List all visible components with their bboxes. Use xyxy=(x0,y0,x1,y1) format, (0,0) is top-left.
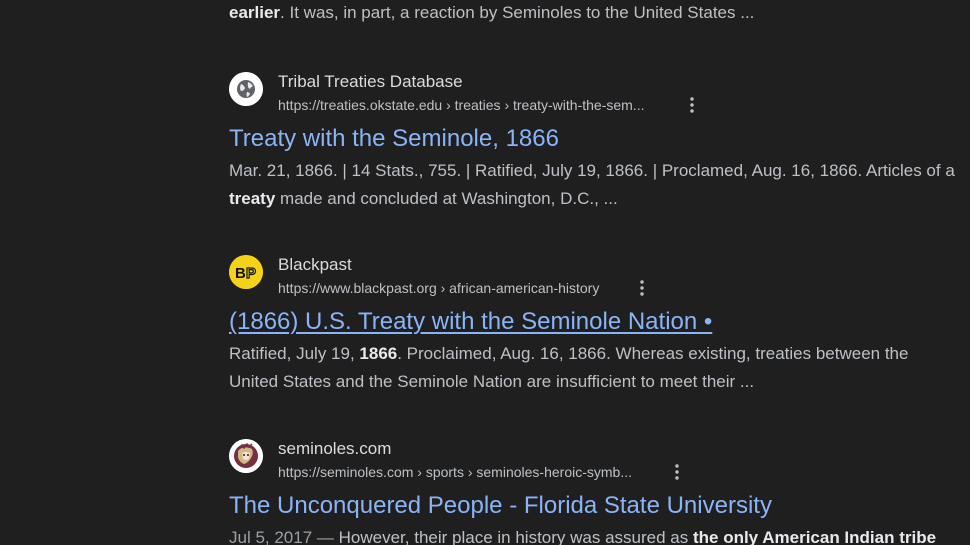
snippet-text: . Proclaimed, Aug. 16, 1866. Whereas exi… xyxy=(397,344,909,363)
result-snippet: Ratified, July 19, 1866. Proclaimed, Aug… xyxy=(229,340,970,396)
svg-text:P: P xyxy=(246,265,256,282)
result-title-link[interactable]: Treaty with the Seminole, 1866 xyxy=(229,124,559,154)
snippet-text: However, their place in history was assu… xyxy=(338,528,693,545)
result-snippet: Jul 5, 2017 — However, their place in hi… xyxy=(229,524,970,545)
result-title-link[interactable]: (1866) U.S. Treaty with the Seminole Nat… xyxy=(229,307,712,337)
more-options-icon[interactable] xyxy=(685,93,699,117)
snippet-separator: — xyxy=(312,528,339,545)
snippet-text: . It was, in part, a reaction by Seminol… xyxy=(280,3,755,22)
snippet-bold-text: the only American Indian tribe xyxy=(692,528,937,545)
blackpast-logo-icon: B P xyxy=(229,255,263,289)
snippet-text: Ratified, July 19, xyxy=(229,344,360,363)
site-url[interactable]: https://www.blackpast.org › african-amer… xyxy=(278,279,599,297)
site-url[interactable]: https://seminoles.com › sports › seminol… xyxy=(278,463,632,481)
site-name[interactable]: Blackpast xyxy=(278,255,352,275)
snippet-line: Mar. 21, 1866. | 14 Stats., 755. | Ratif… xyxy=(229,161,955,180)
svg-text:B: B xyxy=(235,265,246,282)
site-url[interactable]: https://treaties.okstate.edu › treaties … xyxy=(278,96,644,114)
result-title-link[interactable]: The Unconquered People - Florida State U… xyxy=(229,491,772,521)
globe-icon xyxy=(229,72,263,106)
more-options-icon[interactable] xyxy=(670,460,684,484)
snippet-bold-text: earlier xyxy=(229,3,281,22)
snippet-line: United States and the Seminole Nation ar… xyxy=(229,372,755,391)
snippet-line: treaty made and concluded at Washington,… xyxy=(229,185,970,213)
snippet-date: Jul 5, 2017 xyxy=(229,528,313,545)
search-results-page: earlier. It was, in part, a reaction by … xyxy=(0,0,970,545)
snippet-line: Ratified, July 19, 1866. Proclaimed, Aug… xyxy=(229,340,970,368)
site-name[interactable]: seminoles.com xyxy=(278,439,391,459)
previous-result-snippet: earlier. It was, in part, a reaction by … xyxy=(229,2,970,24)
snippet-text: made and concluded at Washington, D.C., … xyxy=(275,189,618,208)
result-snippet: Mar. 21, 1866. | 14 Stats., 755. | Ratif… xyxy=(229,157,970,213)
snippet-line: Jul 5, 2017 — However, their place in hi… xyxy=(229,524,970,545)
snippet-bold-text: treaty xyxy=(229,189,276,208)
more-options-icon[interactable] xyxy=(635,276,649,300)
seminoles-logo-icon xyxy=(229,439,263,473)
snippet-bold-text: 1866 xyxy=(359,344,398,363)
site-name[interactable]: Tribal Treaties Database xyxy=(278,72,463,92)
